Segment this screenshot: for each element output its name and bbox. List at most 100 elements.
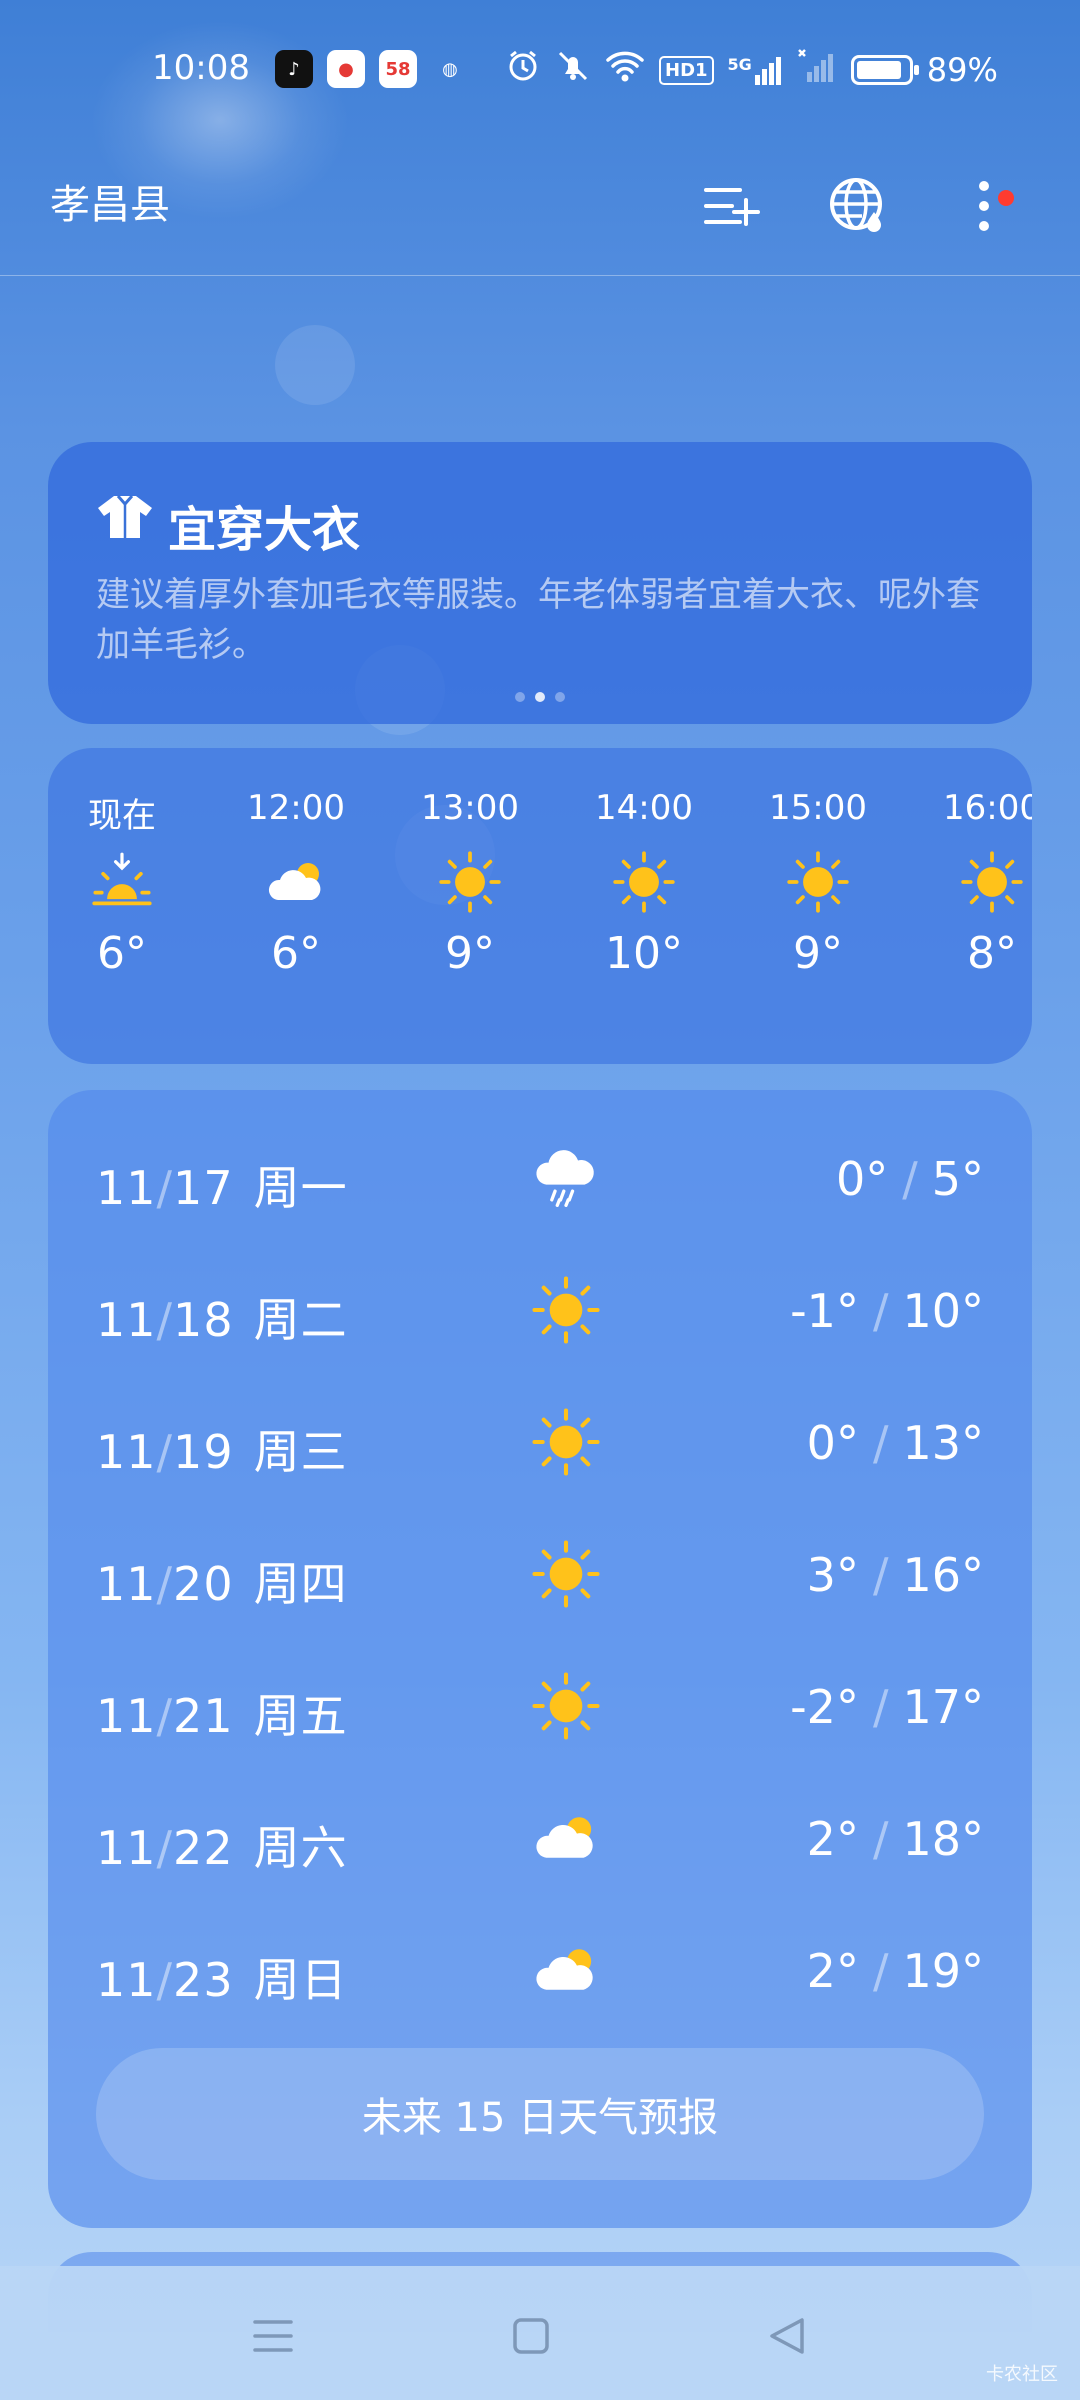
hourly-temp: 8° <box>967 928 1017 979</box>
home-button[interactable] <box>501 2306 561 2366</box>
hourly-item: 12:00 6° <box>236 788 356 979</box>
day-temp-range: 0°/13° <box>807 1416 984 1470</box>
hourly-time: 12:00 <box>247 788 345 828</box>
day-weekday: 周一 <box>253 1161 348 1215</box>
day-of-month: 19 <box>173 1425 234 1479</box>
day-month: 11 <box>96 1953 157 2007</box>
add-list-icon <box>704 188 760 226</box>
daily-row[interactable]: 11 / 21 周五 -2°/17° <box>96 1642 984 1774</box>
global-weather-button[interactable] <box>818 166 898 246</box>
day-temp-high: 17° <box>902 1680 984 1734</box>
wechat-icon: ◍ <box>442 58 458 80</box>
sun-icon <box>584 836 704 928</box>
day-of-month: 17 <box>173 1161 234 1215</box>
battery-icon <box>850 55 919 85</box>
day-month: 11 <box>96 1293 157 1347</box>
menu-icon <box>253 2320 293 2352</box>
day-temp-low: 0° <box>806 1416 859 1470</box>
day-weekday: 周五 <box>253 1689 348 1743</box>
day-date: 11/18 周二 <box>96 1284 348 1350</box>
app-58-icon: 58 <box>379 50 417 88</box>
sun-icon <box>932 836 1032 928</box>
day-date: 11/22 周六 <box>96 1812 348 1878</box>
day-temp-range: 2°/18° <box>807 1812 984 1866</box>
sun-icon <box>758 836 878 928</box>
hourly-item: 14:00 10° <box>584 788 704 979</box>
partly-cloudy-icon <box>526 1930 606 2010</box>
hourly-temp: 10° <box>605 928 683 979</box>
rain-cloud-icon <box>526 1138 606 1218</box>
date-separator: / <box>156 1821 174 1875</box>
tiktok-icon: ♪ <box>275 50 313 88</box>
clothing-description: 建议着厚外套加毛衣等服装。年老体弱者宜着大衣、呢外套加羊毛衫。 <box>96 575 980 665</box>
day-temp-low: -1° <box>790 1284 859 1338</box>
clothing-title: 宜穿大衣 <box>168 502 361 558</box>
sun-icon <box>526 1402 606 1482</box>
hourly-time: 13:00 <box>421 788 519 828</box>
day-date: 11/20 周四 <box>96 1548 348 1614</box>
temp-separator: / <box>902 1152 918 1206</box>
day-of-month: 22 <box>173 1821 234 1875</box>
hourly-time: 15:00 <box>769 788 867 828</box>
navigation-bar: 卡农社区 <box>0 2266 1080 2400</box>
date-separator: / <box>156 1557 174 1611</box>
day-temp-range: -1°/10° <box>790 1284 984 1338</box>
partly-cloudy-icon <box>526 1798 606 1878</box>
day-weekday: 周日 <box>253 1953 348 2007</box>
day-temp-high: 5° <box>931 1152 984 1206</box>
hourly-temp: 6° <box>271 928 321 979</box>
daily-row[interactable]: 11/22 周六 2°/18° <box>96 1774 984 1906</box>
hourly-temp: 6° <box>97 928 147 979</box>
back-button[interactable] <box>758 2306 818 2366</box>
sun-icon <box>526 1534 606 1614</box>
city-name[interactable]: 孝昌县 <box>50 172 170 230</box>
hourly-item: 16:00 8° <box>932 788 1032 979</box>
day-temp-low: -2° <box>790 1680 859 1734</box>
temp-separator: / <box>872 1548 889 1602</box>
day-date: 11/19 周三 <box>96 1416 348 1482</box>
day-temp-high: 10° <box>902 1284 984 1338</box>
daily-row[interactable]: 11/20 周四 3°/16° <box>96 1510 984 1642</box>
day-temp-low: 2° <box>806 1944 859 1998</box>
recent-apps-button[interactable] <box>243 2306 303 2366</box>
daily-row[interactable]: 11/17 周一 0°/5° <box>96 1114 984 1246</box>
partly-cloudy-icon <box>236 836 356 928</box>
daily-row[interactable]: 11/19 周三 0°/13° <box>96 1378 984 1510</box>
sun-icon <box>410 836 530 928</box>
wifi-icon <box>605 48 645 92</box>
watermark: 卡农社区 <box>986 2364 1058 2385</box>
day-temp-range: 2°/19° <box>807 1944 984 1998</box>
hourly-item: 15:00 9° <box>758 788 878 979</box>
day-temp-range: 3°/16° <box>807 1548 984 1602</box>
more-options-button[interactable] <box>944 166 1024 246</box>
network-type-label: 5G <box>727 55 752 74</box>
manage-cities-button[interactable] <box>690 166 770 246</box>
square-icon <box>513 2318 549 2354</box>
date-separator: / <box>156 1293 174 1347</box>
daily-row[interactable]: 11 / 23 周日 2°/19° <box>96 1906 984 2038</box>
pin-app-icon: ● <box>327 50 365 88</box>
clothing-suggestion-card[interactable]: 宜穿大衣 建议着厚外套加毛衣等服装。年老体弱者宜着大衣、呢外套加羊毛衫。 <box>48 442 1032 724</box>
daily-row[interactable]: 11/18 周二 -1°/10° <box>96 1246 984 1378</box>
day-temp-high: 13° <box>902 1416 984 1470</box>
forecast-15-day-button[interactable]: 未来 15 日天气预报 <box>96 2048 984 2180</box>
day-of-month: 23 <box>173 1953 234 2007</box>
date-separator: / <box>156 1425 174 1479</box>
day-weekday: 周六 <box>253 1821 348 1875</box>
hourly-item: 13:00 9° <box>410 788 530 979</box>
temp-separator: / <box>872 1812 889 1866</box>
day-month: 11 <box>96 1557 157 1611</box>
hourly-temp: 9° <box>793 928 843 979</box>
status-indicators: HD1 5G 89% <box>505 48 998 92</box>
temp-separator: / <box>872 1944 889 1998</box>
temp-separator: / <box>872 1680 889 1734</box>
hourly-forecast-card[interactable]: 现在 6° 12:00 6° 13:00 9° 14:00 10° 15:00 9° 16:00 8° <box>48 748 1032 1064</box>
day-of-month: 21 <box>173 1689 234 1743</box>
pager-dot <box>535 692 545 702</box>
day-temp-range: -2°/17° <box>790 1680 984 1734</box>
temp-separator: / <box>872 1284 889 1338</box>
day-month: 11 <box>96 1689 157 1743</box>
day-month: 11 <box>96 1425 157 1479</box>
day-weekday: 周三 <box>253 1425 348 1479</box>
hourly-item: 现在 6° <box>62 788 182 979</box>
